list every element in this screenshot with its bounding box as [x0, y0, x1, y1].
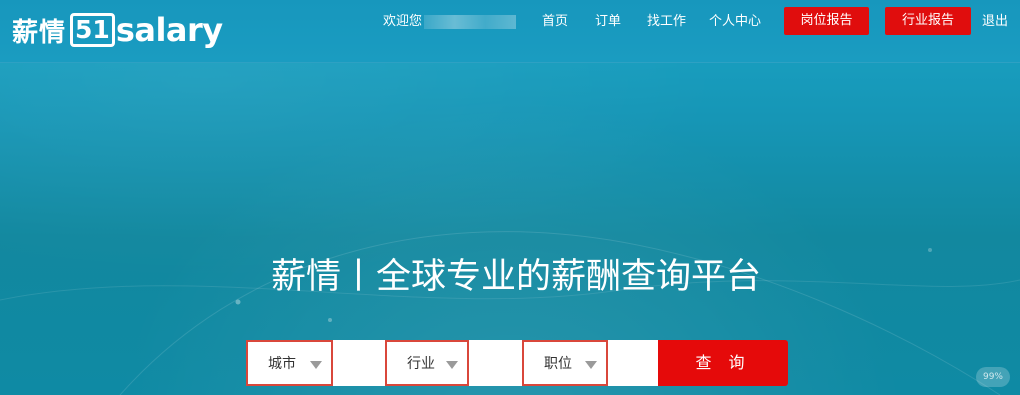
logo-english: salary	[115, 11, 223, 49]
chevron-down-icon	[585, 361, 597, 369]
chevron-down-icon	[310, 361, 322, 369]
nav-home[interactable]: 首页	[542, 14, 568, 30]
hero-headline: 薪情丨全球专业的薪酬查询平台	[270, 257, 761, 297]
welcome-message: 欢迎您	[383, 14, 517, 30]
industry-select-label: 行业	[407, 356, 435, 372]
chevron-down-icon	[446, 361, 458, 369]
position-report-button[interactable]: 岗位报告	[784, 7, 869, 35]
industry-report-button[interactable]: 行业报告	[885, 7, 971, 35]
logo-chinese: 薪情	[12, 17, 67, 48]
industry-input[interactable]	[469, 340, 522, 386]
city-input[interactable]	[333, 340, 385, 386]
nav-find-job[interactable]: 找工作	[647, 14, 686, 30]
position-input[interactable]	[608, 340, 658, 386]
top-header: 薪情 51 salary 欢迎您 首页 订单 找工作 个人中心 岗位报告 行业报…	[0, 0, 1020, 63]
brand-logo[interactable]: 薪情 51 salary	[12, 11, 223, 49]
logout-link[interactable]: 退出	[982, 14, 1008, 30]
industry-select[interactable]: 行业	[385, 340, 469, 386]
query-button[interactable]: 查 询	[658, 340, 788, 386]
welcome-label: 欢迎您	[383, 14, 423, 29]
masked-username	[424, 15, 517, 29]
logo-51-badge: 51	[70, 13, 115, 47]
nav-personal-center[interactable]: 个人中心	[709, 14, 761, 30]
position-select-label: 职位	[544, 356, 572, 372]
nav-orders[interactable]: 订单	[595, 14, 621, 30]
position-select[interactable]: 职位	[522, 340, 608, 386]
city-select[interactable]: 城市	[246, 340, 333, 386]
salary-search-bar: 城市 行业 职位 查 询	[246, 340, 788, 386]
city-select-label: 城市	[268, 356, 296, 372]
watermark-badge: 99%	[976, 367, 1010, 387]
